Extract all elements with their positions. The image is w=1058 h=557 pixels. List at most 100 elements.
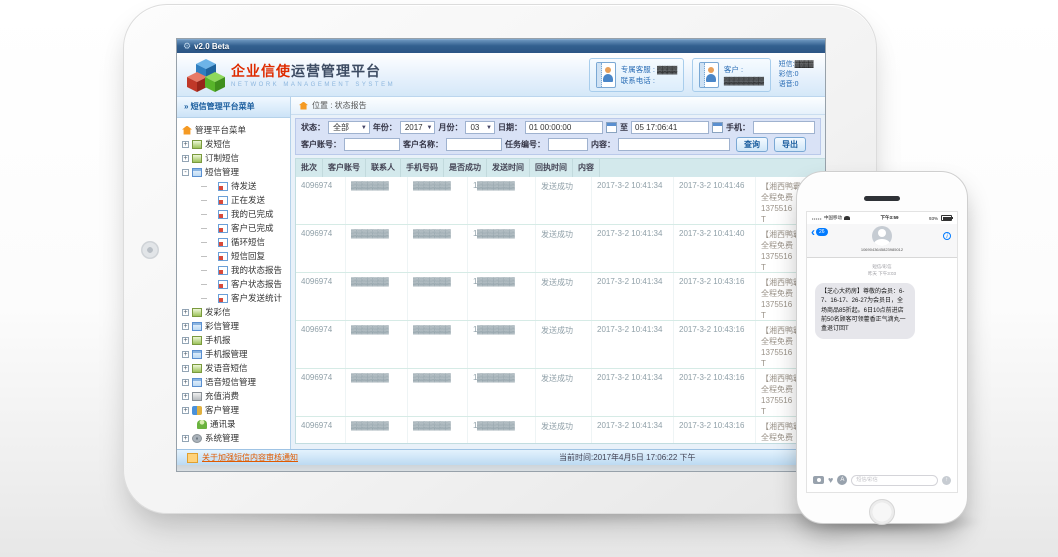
page: ⚙ v2.0 Beta 企业信使运营管理平	[0, 0, 1058, 557]
customer-name-input[interactable]	[446, 138, 502, 151]
sidebar-item[interactable]: + 发语音短信	[177, 361, 290, 375]
cell-status: 发送成功	[536, 177, 592, 224]
table-header-cell: 客户账号	[323, 159, 366, 177]
apps-icon[interactable]: A	[837, 475, 847, 485]
folder-icon	[192, 378, 202, 387]
search-button[interactable]: 查询	[736, 137, 768, 152]
calendar-icon[interactable]	[712, 122, 723, 133]
home-button[interactable]	[869, 499, 895, 525]
sidebar-item[interactable]: 待发送	[177, 179, 290, 193]
sidebar-item[interactable]: + 彩信管理	[177, 319, 290, 333]
tree-expander[interactable]: +	[182, 435, 189, 442]
digital-touch-icon[interactable]: ♥	[828, 476, 833, 485]
tree-expander[interactable]: +	[182, 407, 189, 414]
screen-bottom-gap	[177, 465, 825, 472]
message-input[interactable]	[851, 475, 938, 486]
sidebar-item[interactable]: 客户已完成	[177, 221, 290, 235]
quota-stats: 短信:▓▓▓▓ 彩信:0 语音:0	[779, 60, 813, 90]
message-bubble: 【芝心大药房】尊敬的会员：6-7、16-17、26-27为会员日，全场商品85折…	[815, 283, 915, 339]
tree-expander[interactable]: +	[182, 365, 189, 372]
sidebar-item-label: 循环短信	[231, 236, 265, 248]
sidebar-item-label: 客户已完成	[231, 222, 274, 234]
year-select[interactable]: 2017▼	[400, 121, 436, 134]
calendar-icon[interactable]	[606, 122, 617, 133]
sidebar-item[interactable]: - 短信管理	[177, 165, 290, 179]
sidebar-item[interactable]: 我的状态报告	[177, 263, 290, 277]
info-icon[interactable]: i	[943, 232, 951, 240]
sidebar-item[interactable]: 循环短信	[177, 235, 290, 249]
contact-book-icon	[596, 62, 616, 88]
tree-expander[interactable]: +	[182, 141, 189, 148]
date-to-input[interactable]	[631, 121, 709, 134]
sidebar-item[interactable]: + 客户管理	[177, 403, 290, 417]
sidebar-item[interactable]: + 语音短信管理	[177, 375, 290, 389]
cell-phone: 1▓▓▓▓▓▓▓	[468, 417, 536, 444]
page-icon	[218, 252, 228, 261]
tree-expander[interactable]: +	[182, 323, 189, 330]
gear-icon	[192, 434, 202, 443]
sidebar-item[interactable]: + 订制短信	[177, 151, 290, 165]
cell-batch: 4096974	[296, 369, 346, 416]
tree-expander[interactable]: +	[182, 351, 189, 358]
sidebar-item[interactable]: 我的已完成	[177, 207, 290, 221]
sidebar-item[interactable]: 客户状态报告	[177, 277, 290, 291]
sidebar-item[interactable]: + 发短信	[177, 137, 290, 151]
tree-expander[interactable]: +	[182, 337, 189, 344]
date-filter-label: 日期：	[498, 122, 522, 133]
task-number-input[interactable]	[548, 138, 588, 151]
content-input[interactable]	[618, 138, 730, 151]
status-select[interactable]: 全部▼	[328, 121, 370, 134]
export-button[interactable]: 导出	[774, 137, 806, 152]
sidebar-item[interactable]: 正在发送	[177, 193, 290, 207]
service-value: ▓▓▓▓	[657, 65, 677, 74]
tree-expander[interactable]: -	[182, 169, 189, 176]
sidebar-item[interactable]: + 手机报	[177, 333, 290, 347]
cell-phone: 1▓▓▓▓▓▓▓	[468, 321, 536, 368]
table-header-cell: 内容	[573, 159, 600, 177]
sidebar-item[interactable]: 管理平台菜单	[177, 123, 290, 137]
sidebar-item[interactable]: 短信回复	[177, 249, 290, 263]
table-body: 4096974 ▓▓▓▓▓▓▓ ▓▓▓▓▓▓▓ 1▓▓▓▓▓▓▓ 发送成功 20…	[296, 177, 825, 444]
cell-batch: 4096974	[296, 417, 346, 444]
sidebar-item-label: 正在发送	[231, 194, 265, 206]
tree-expander[interactable]: +	[182, 309, 189, 316]
cell-send-time: 2017-3-2 10:41:34	[592, 273, 674, 320]
cell-receipt-time: 2017-3-2 10:43:16	[674, 369, 756, 416]
notice-link[interactable]: 关于加强短信内容审核通知	[202, 452, 298, 463]
back-button[interactable]: ‹ 26	[811, 227, 828, 237]
mobile-input[interactable]	[753, 121, 815, 134]
app-body: » 短信管理平台菜单 管理平台菜单 +	[177, 97, 825, 449]
sidebar-item[interactable]: + 发彩信	[177, 305, 290, 319]
camera-icon[interactable]	[813, 476, 824, 484]
year-filter-label: 年份：	[373, 122, 397, 133]
sidebar-item-label: 手机报管理	[205, 348, 248, 360]
tree-expander[interactable]: +	[182, 379, 189, 386]
sidebar-item-label: 短信回复	[231, 250, 265, 262]
contact-icon	[197, 420, 207, 429]
sidebar-item[interactable]: 客户发送统计	[177, 291, 290, 305]
account-input[interactable]	[344, 138, 400, 151]
cell-receipt-time: 2017-3-2 10:41:40	[674, 225, 756, 272]
main-area: 位置 : 状态报告 状态： 全部▼ 年份： 2017▼ 月份： 03▼ 日期：	[291, 97, 825, 449]
sidebar-item[interactable]: 通讯录	[177, 417, 290, 431]
tree-expander[interactable]: +	[182, 155, 189, 162]
folder-icon	[192, 168, 202, 177]
sidebar-item-label: 发短信	[205, 138, 231, 150]
cell-status: 发送成功	[536, 225, 592, 272]
sidebar-item[interactable]: + 充值消费	[177, 389, 290, 403]
app-title-red: 企业信使	[231, 63, 291, 79]
sidebar-item[interactable]: + 系统管理	[177, 431, 290, 445]
avatar[interactable]	[872, 226, 892, 246]
sidebar-item-label: 我的已完成	[231, 208, 274, 220]
month-select[interactable]: 03▼	[465, 121, 495, 134]
cell-batch: 4096974	[296, 225, 346, 272]
page-icon	[218, 224, 228, 233]
sidebar-item-label: 手机报	[205, 334, 231, 346]
cell-account: ▓▓▓▓▓▓▓	[346, 417, 408, 444]
service-label: 专属客服 :	[621, 65, 655, 74]
sidebar-item-label: 我的状态报告	[231, 264, 282, 276]
send-icon[interactable]: ↑	[942, 476, 951, 485]
date-from-input[interactable]	[525, 121, 603, 134]
tree-expander[interactable]: +	[182, 393, 189, 400]
sidebar-item[interactable]: + 手机报管理	[177, 347, 290, 361]
